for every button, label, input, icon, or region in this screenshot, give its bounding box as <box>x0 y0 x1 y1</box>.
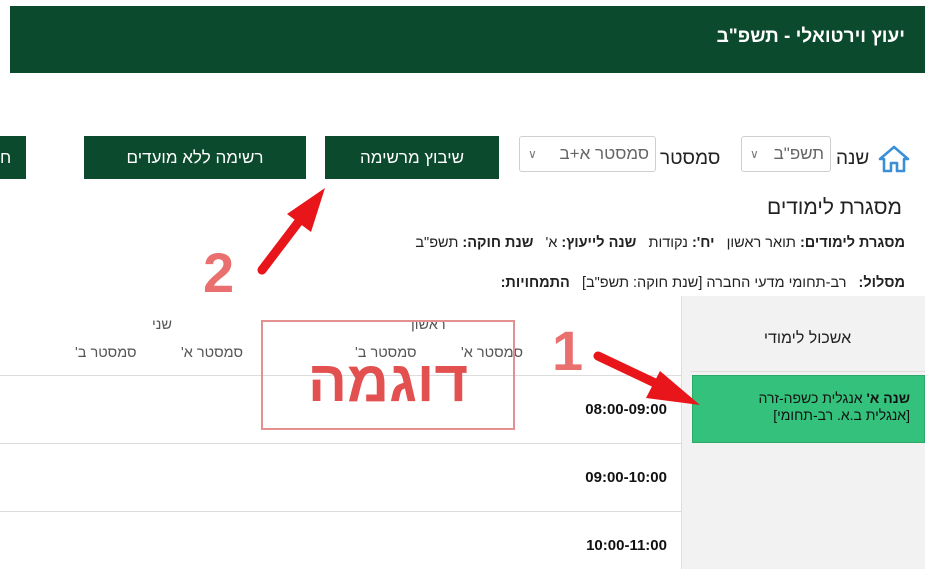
top-bar: יעוץ וירטואלי - תשפ"ב <box>10 6 925 73</box>
track-info-line: מסלול: רב-תחומי מדעי החברה [שנת חוקה: תש… <box>500 275 905 291</box>
semester-select[interactable]: סמסטר א+ב ∨ <box>519 136 656 172</box>
day-header-monday: שני <box>152 317 172 333</box>
semester-value: סמסטר א+ב <box>559 144 649 163</box>
framework-info-line: מסגרת לימודים: תואר ראשון יח': נקודות שנ… <box>415 235 905 251</box>
table-row: 09:00-10:00 <box>0 444 681 512</box>
arrow-to-schedule-button <box>257 188 325 275</box>
cut-off-button[interactable]: ח <box>0 136 26 179</box>
time-slot: 08:00-09:00 <box>585 401 667 418</box>
semester-header: סמסטר ב' <box>75 345 137 361</box>
home-icon[interactable] <box>878 145 910 173</box>
table-row: 10:00-11:00 <box>0 512 681 569</box>
course-subtitle: [אנגלית ב.א. רב-תחומי] <box>773 407 910 423</box>
time-slot: 09:00-10:00 <box>585 469 667 486</box>
sample-watermark: דוגמה <box>307 349 469 414</box>
year-select[interactable]: תשפ"ב ∨ <box>741 136 831 172</box>
course-item[interactable]: שנה א' אנגלית כשפה-זרה [אנגלית ב.א. רב-ת… <box>692 375 925 443</box>
list-without-dates-button[interactable]: רשימה ללא מועדים <box>84 136 306 179</box>
course-year: שנה א' <box>866 390 910 406</box>
schedule-from-list-button[interactable]: שיבוץ מרשימה <box>325 136 499 179</box>
year-label: שנה <box>836 148 870 169</box>
annotation-number-2: 2 <box>203 241 235 304</box>
chevron-down-icon: ∨ <box>528 147 537 161</box>
framework-heading: מסגרת לימודים <box>767 196 902 219</box>
semester-label: סמסטר <box>660 148 721 169</box>
year-value: תשפ"ב <box>773 144 824 163</box>
chevron-down-icon: ∨ <box>750 147 759 161</box>
sidebar-header: אשכול לימודי <box>690 307 925 372</box>
course-name: אנגלית כשפה-זרה <box>758 390 863 406</box>
app-title: יעוץ וירטואלי - תשפ"ב <box>716 26 905 47</box>
time-slot: 10:00-11:00 <box>586 537 667 554</box>
semester-header: סמסטר א' <box>181 345 243 361</box>
annotation-number-1: 1 <box>552 319 584 382</box>
